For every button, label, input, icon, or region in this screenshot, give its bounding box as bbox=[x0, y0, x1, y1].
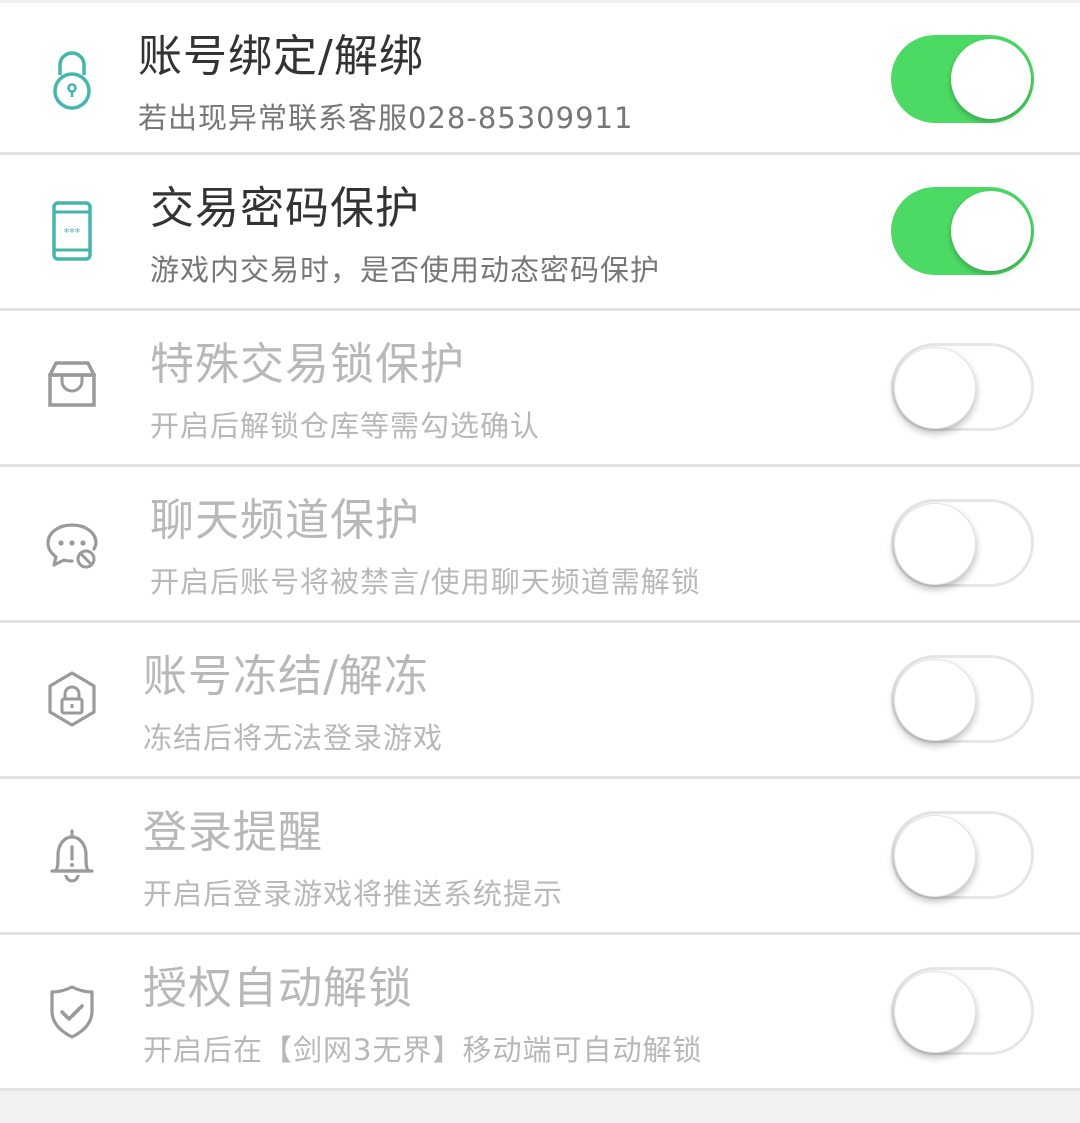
toggle-knob bbox=[951, 191, 1031, 271]
setting-title: 聊天频道保护 bbox=[150, 495, 420, 546]
setting-row-account-freeze: 账号冻结/解冻 冻结后将无法登录游戏 bbox=[0, 623, 1080, 779]
account-binding-toggle[interactable] bbox=[891, 35, 1034, 123]
special-trade-lock-toggle[interactable] bbox=[891, 343, 1034, 431]
setting-row-account-binding: 账号绑定/解绑 若出现异常联系客服028-85309911 bbox=[0, 0, 1080, 155]
chat-block-icon bbox=[44, 511, 100, 575]
frozen-lock-icon bbox=[44, 667, 100, 731]
setting-title: 授权自动解锁 bbox=[143, 963, 413, 1014]
security-settings-list: 账号绑定/解绑 若出现异常联系客服028-85309911 *** 交易密码保护… bbox=[0, 0, 1080, 1091]
chat-protection-toggle[interactable] bbox=[891, 499, 1034, 587]
setting-title: 账号绑定/解绑 bbox=[138, 31, 424, 82]
alert-bell-icon bbox=[44, 823, 100, 887]
setting-row-login-alert: 登录提醒 开启后登录游戏将推送系统提示 bbox=[0, 779, 1080, 935]
setting-subtitle: 开启后在【剑网3无界】移动端可自动解锁 bbox=[143, 1033, 703, 1067]
shield-check-icon bbox=[44, 979, 100, 1043]
setting-row-auto-unlock: 授权自动解锁 开启后在【剑网3无界】移动端可自动解锁 bbox=[0, 935, 1080, 1091]
setting-subtitle: 游戏内交易时，是否使用动态密码保护 bbox=[150, 253, 661, 287]
svg-text:***: *** bbox=[64, 226, 81, 239]
login-alert-toggle[interactable] bbox=[891, 811, 1034, 899]
toggle-knob bbox=[894, 503, 976, 585]
storage-box-icon bbox=[44, 355, 100, 419]
setting-subtitle: 若出现异常联系客服028-85309911 bbox=[138, 101, 634, 135]
setting-subtitle: 开启后账号将被禁言/使用聊天频道需解锁 bbox=[150, 565, 701, 599]
setting-title: 登录提醒 bbox=[143, 807, 323, 858]
toggle-knob bbox=[894, 659, 976, 741]
setting-subtitle: 开启后解锁仓库等需勾选确认 bbox=[150, 409, 541, 443]
setting-title: 交易密码保护 bbox=[150, 183, 420, 234]
toggle-knob bbox=[894, 971, 976, 1053]
padlock-icon bbox=[44, 47, 100, 111]
account-freeze-toggle[interactable] bbox=[891, 655, 1034, 743]
setting-subtitle: 冻结后将无法登录游戏 bbox=[143, 721, 444, 755]
setting-title: 账号冻结/解冻 bbox=[143, 651, 429, 702]
toggle-knob bbox=[951, 39, 1031, 119]
setting-row-trade-password: *** 交易密码保护 游戏内交易时，是否使用动态密码保护 bbox=[0, 155, 1080, 311]
setting-row-special-trade-lock: 特殊交易锁保护 开启后解锁仓库等需勾选确认 bbox=[0, 311, 1080, 467]
toggle-knob bbox=[894, 815, 976, 897]
setting-title: 特殊交易锁保护 bbox=[150, 339, 465, 390]
phone-password-icon: *** bbox=[44, 199, 100, 263]
auto-unlock-toggle[interactable] bbox=[891, 967, 1034, 1055]
toggle-knob bbox=[894, 347, 976, 429]
setting-row-chat-protection: 聊天频道保护 开启后账号将被禁言/使用聊天频道需解锁 bbox=[0, 467, 1080, 623]
setting-subtitle: 开启后登录游戏将推送系统提示 bbox=[143, 877, 564, 911]
trade-password-toggle[interactable] bbox=[891, 187, 1034, 275]
